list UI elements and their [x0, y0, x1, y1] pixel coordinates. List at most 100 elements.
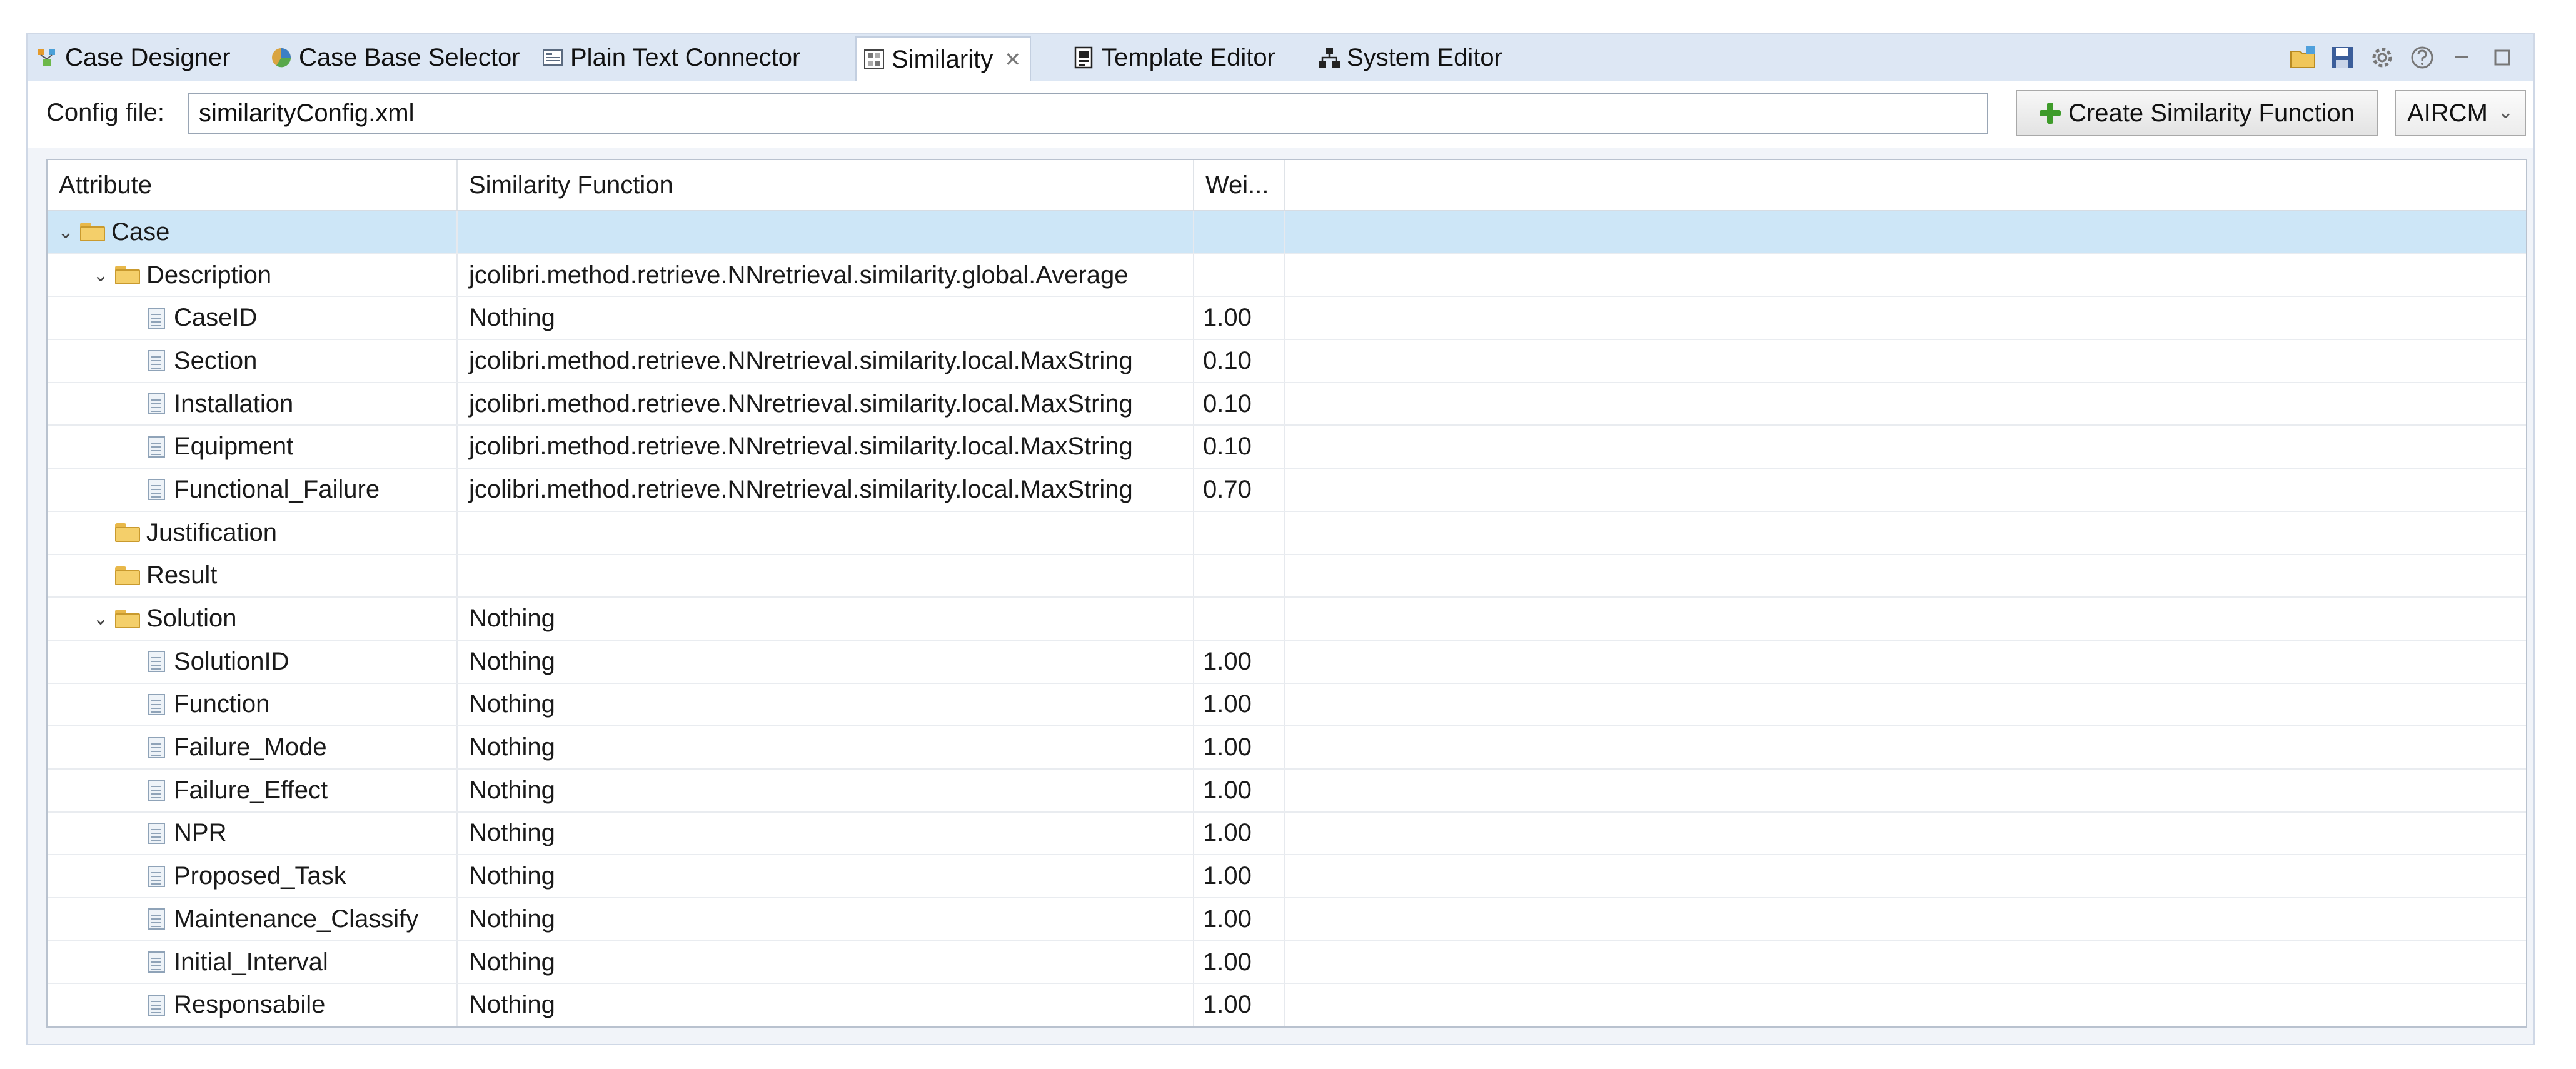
- similarity-function-cell[interactable]: jcolibri.method.retrieve.NNretrieval.sim…: [458, 254, 1194, 296]
- table-row[interactable]: Proposed_Task Nothing 1.00: [48, 855, 2526, 898]
- table-row[interactable]: Initial_Interval Nothing 1.00: [48, 941, 2526, 985]
- weight-cell[interactable]: 1.00: [1194, 726, 1285, 768]
- similarity-function-cell[interactable]: Nothing: [458, 683, 1194, 726]
- tab-label: Case Designer: [65, 43, 231, 71]
- filler-cell: [1285, 469, 2526, 511]
- weight-cell[interactable]: 1.00: [1194, 640, 1285, 683]
- table-row[interactable]: SolutionID Nothing 1.00: [48, 640, 2526, 684]
- table-row[interactable]: Section jcolibri.method.retrieve.NNretrie…: [48, 340, 2526, 383]
- chevron-down-icon[interactable]: ⌄: [91, 264, 110, 286]
- weight-cell[interactable]: [1194, 598, 1285, 640]
- weight-cell[interactable]: [1194, 211, 1285, 253]
- similarity-function-cell[interactable]: Nothing: [458, 898, 1194, 940]
- attribute-name: Function: [174, 690, 270, 718]
- file-icon: [148, 865, 165, 887]
- close-icon[interactable]: ✕: [1004, 48, 1021, 71]
- weight-cell[interactable]: [1194, 511, 1285, 554]
- column-header-similarity-function[interactable]: Similarity Function: [458, 160, 1194, 210]
- weight-cell[interactable]: 1.00: [1194, 769, 1285, 811]
- minimize-icon[interactable]: [2450, 45, 2475, 70]
- weight-cell[interactable]: 1.00: [1194, 297, 1285, 339]
- tab-template-editor[interactable]: Template Editor: [1073, 38, 1275, 78]
- similarity-function-cell[interactable]: jcolibri.method.retrieve.NNretrieval.sim…: [458, 426, 1194, 468]
- weight-cell[interactable]: 0.10: [1194, 383, 1285, 425]
- weight-cell[interactable]: 0.10: [1194, 340, 1285, 382]
- save-icon[interactable]: [2330, 45, 2355, 70]
- similarity-function-cell[interactable]: [458, 511, 1194, 554]
- attribute-name: Initial_Interval: [174, 948, 328, 976]
- weight-cell[interactable]: 1.00: [1194, 812, 1285, 855]
- attribute-cell: Equipment: [48, 426, 458, 468]
- table-row[interactable]: ⌄ Solution Nothing: [48, 598, 2526, 641]
- similarity-function-cell[interactable]: Nothing: [458, 640, 1194, 683]
- attribute-name: Justification: [146, 518, 277, 546]
- config-file-input[interactable]: [188, 93, 1988, 134]
- table-row[interactable]: ⌄ Description jcolibri.method.retrieve.NNr…: [48, 254, 2526, 298]
- tab-plain-text-connector[interactable]: Plain Text Connector: [541, 38, 800, 78]
- table-row[interactable]: Functional_Failure jcolibri.method.retrie…: [48, 469, 2526, 512]
- create-similarity-function-button[interactable]: Create Similarity Function: [2016, 90, 2378, 136]
- table-row[interactable]: ⌄ Case: [48, 211, 2526, 254]
- table-row[interactable]: Responsabile Nothing 1.00: [48, 984, 2526, 1026]
- weight-cell[interactable]: 1.00: [1194, 855, 1285, 897]
- chevron-down-icon[interactable]: ⌄: [91, 608, 110, 630]
- table-row[interactable]: Failure_Effect Nothing 1.00: [48, 769, 2526, 813]
- chevron-down-icon[interactable]: ⌄: [56, 221, 75, 243]
- tab-similarity[interactable]: Similarity ✕: [855, 36, 1032, 81]
- weight-cell[interactable]: 0.10: [1194, 426, 1285, 468]
- similarity-function-cell[interactable]: [458, 555, 1194, 597]
- table-row[interactable]: Function Nothing 1.00: [48, 683, 2526, 727]
- similarity-function-cell[interactable]: Nothing: [458, 726, 1194, 768]
- attribute-name: Equipment: [174, 433, 294, 461]
- file-icon: [148, 651, 165, 673]
- attribute-name: SolutionID: [174, 647, 289, 675]
- similarity-function-cell[interactable]: [458, 211, 1194, 253]
- similarity-function-cell[interactable]: Nothing: [458, 855, 1194, 897]
- similarity-function-cell[interactable]: Nothing: [458, 941, 1194, 983]
- weight-cell[interactable]: [1194, 254, 1285, 296]
- case-designer-icon: [36, 46, 59, 69]
- maximize-icon[interactable]: [2490, 45, 2515, 70]
- file-icon: [148, 393, 165, 415]
- weight-cell[interactable]: 1.00: [1194, 984, 1285, 1026]
- weight-cell[interactable]: 1.00: [1194, 898, 1285, 940]
- project-select[interactable]: AIRCM ⌄: [2395, 90, 2526, 136]
- weight-cell[interactable]: 0.70: [1194, 469, 1285, 511]
- table-row[interactable]: Justification: [48, 511, 2526, 555]
- weight-cell[interactable]: [1194, 1027, 1285, 1028]
- table-row[interactable]: NPR Nothing 1.00: [48, 812, 2526, 856]
- similarity-function-cell[interactable]: [458, 1027, 1194, 1028]
- similarity-function-cell[interactable]: jcolibri.method.retrieve.NNretrieval.sim…: [458, 340, 1194, 382]
- attribute-name: Solution: [146, 605, 237, 633]
- similarity-function-cell[interactable]: jcolibri.method.retrieve.NNretrieval.sim…: [458, 383, 1194, 425]
- similarity-function-cell[interactable]: Nothing: [458, 769, 1194, 811]
- table-row[interactable]: Result: [48, 555, 2526, 598]
- tab-case-designer[interactable]: Case Designer: [36, 38, 231, 78]
- table-row[interactable]: Failure_Mode Nothing 1.00: [48, 726, 2526, 770]
- weight-cell[interactable]: 1.00: [1194, 683, 1285, 726]
- tab-case-base-selector[interactable]: Case Base Selector: [270, 38, 520, 78]
- config-row: Config file: Create Similarity Function …: [28, 81, 2533, 148]
- table-row[interactable]: Equipment jcolibri.method.retrieve.NNretr…: [48, 426, 2526, 469]
- table-row[interactable]: Maintenance_Classify Nothing 1.00: [48, 898, 2526, 941]
- settings-icon[interactable]: [2370, 45, 2395, 70]
- weight-cell[interactable]: [1194, 555, 1285, 597]
- similarity-function-cell[interactable]: Nothing: [458, 297, 1194, 339]
- new-folder-icon[interactable]: [2290, 45, 2315, 70]
- weight-cell[interactable]: 1.00: [1194, 941, 1285, 983]
- folder-icon: [115, 609, 140, 628]
- similarity-function-cell[interactable]: Nothing: [458, 598, 1194, 640]
- table-row[interactable]: CaseID Nothing 1.00: [48, 297, 2526, 341]
- similarity-function-cell[interactable]: Nothing: [458, 984, 1194, 1026]
- file-icon: [148, 479, 165, 501]
- help-icon[interactable]: [2410, 45, 2435, 70]
- table-row[interactable]: [48, 1027, 2526, 1028]
- attribute-cell: Function: [48, 683, 458, 726]
- tab-system-editor[interactable]: System Editor: [1318, 38, 1502, 78]
- column-header-weight[interactable]: Wei...: [1194, 160, 1285, 210]
- similarity-function-cell[interactable]: Nothing: [458, 812, 1194, 855]
- table-row[interactable]: Installation jcolibri.method.retrieve.NNr…: [48, 383, 2526, 426]
- similarity-function-cell[interactable]: jcolibri.method.retrieve.NNretrieval.sim…: [458, 469, 1194, 511]
- column-header-attribute[interactable]: Attribute: [48, 160, 458, 210]
- tab-label: Case Base Selector: [299, 43, 520, 71]
